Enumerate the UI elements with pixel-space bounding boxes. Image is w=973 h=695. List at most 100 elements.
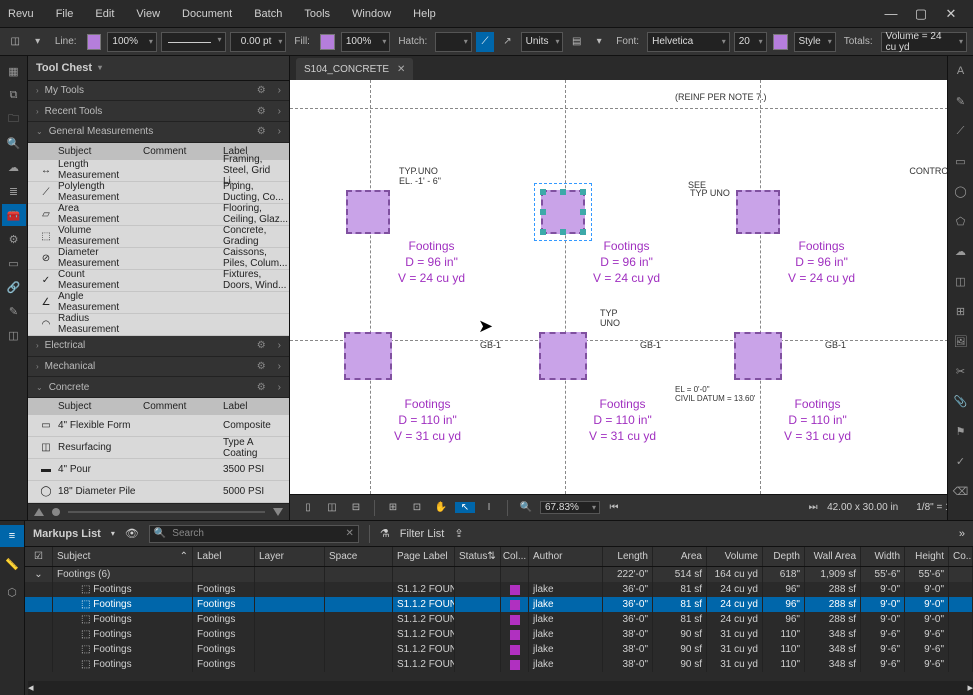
gear-icon[interactable]: ⚙	[257, 126, 266, 137]
table-row[interactable]: ⬚ FootingsFootingsS1.1.2 FOUN...jlake36'…	[25, 597, 973, 612]
split-v-icon[interactable]: ◫	[322, 502, 342, 513]
tab-close-icon[interactable]: ✕	[397, 64, 405, 75]
footing-box-selected[interactable]	[541, 190, 585, 234]
col-check[interactable]: ☑	[25, 547, 53, 566]
rrail-icon[interactable]: A	[949, 60, 973, 82]
gear-icon[interactable]: ⚙	[257, 382, 266, 393]
icon-size-slider[interactable]	[28, 503, 289, 520]
hatch-select[interactable]	[435, 32, 472, 52]
table-row[interactable]: ⬚ FootingsFootingsS1.1.2 FOUN...jlake38'…	[25, 642, 973, 657]
tool-row[interactable]: ▬4" Pour3500 PSI	[28, 459, 289, 481]
footing-box[interactable]	[736, 190, 780, 234]
clear-search-icon[interactable]: ✕	[345, 528, 353, 539]
menu-edit[interactable]: Edit	[95, 8, 114, 20]
last-page-icon[interactable]: ⏭	[803, 502, 823, 513]
forms-icon[interactable]: ▭	[2, 252, 26, 274]
section-recent-tools[interactable]: ›Recent Tools⚙›	[28, 101, 289, 122]
table-row[interactable]: ⬚ FootingsFootingsS1.1.2 FOUN...jlake38'…	[25, 627, 973, 642]
rrail-icon[interactable]: ✓	[949, 450, 973, 472]
col-author[interactable]: Author	[529, 547, 603, 566]
tool-row[interactable]: ▭4" Flexible FormComposite	[28, 415, 289, 437]
menu-file[interactable]: File	[56, 8, 74, 20]
tool-row[interactable]: ◠Radius Measurement	[28, 314, 289, 336]
measurements-icon[interactable]: 📏	[0, 553, 24, 575]
rrail-icon[interactable]: ⬠	[949, 210, 973, 232]
col-space[interactable]: Space	[325, 547, 393, 566]
tool-row[interactable]: ⟋Polylength MeasurementPiping, Ducting, …	[28, 182, 289, 204]
properties-icon[interactable]: ◫	[6, 32, 24, 52]
totals-value[interactable]: Volume = 24 cu yd	[881, 32, 967, 52]
gear-icon[interactable]: ⚙	[257, 85, 266, 96]
single-page-icon[interactable]: ▯	[298, 502, 318, 513]
markups-list-icon[interactable]: ≡	[0, 525, 24, 547]
minimize-button[interactable]: —	[877, 4, 905, 24]
search-input[interactable]: 🔍 Search✕	[149, 525, 359, 543]
links-icon[interactable]: 🔗	[2, 276, 26, 298]
first-page-icon[interactable]: ⏮	[604, 502, 624, 513]
menu-window[interactable]: Window	[352, 8, 391, 20]
gear-icon[interactable]: ⚙	[257, 340, 266, 351]
font-select[interactable]: Helvetica	[647, 32, 730, 52]
more-icon[interactable]: »	[959, 528, 965, 540]
rrail-icon[interactable]: 🖼	[949, 330, 973, 352]
rrail-icon[interactable]: ✎	[949, 90, 973, 112]
rrail-icon[interactable]: ▭	[949, 150, 973, 172]
col-height[interactable]: Height	[905, 547, 949, 566]
menu-revu[interactable]: Revu	[8, 8, 34, 20]
align-icon[interactable]: ▤	[567, 32, 585, 52]
tool-row[interactable]: ⬚Volume MeasurementConcrete, Grading	[28, 226, 289, 248]
footing-box[interactable]	[346, 190, 390, 234]
split-h-icon[interactable]: ⊟	[346, 502, 366, 513]
footing-box[interactable]	[734, 332, 782, 380]
bookmarks-icon[interactable]: ⧉	[2, 84, 26, 106]
zoom-icon[interactable]: 🔍	[516, 502, 536, 513]
font-size[interactable]: 20	[734, 32, 767, 52]
rrail-icon[interactable]: ⌫	[949, 480, 973, 502]
group-row[interactable]: ⌄Footings (6)222'-0"514 sf164 cu yd618"1…	[25, 567, 973, 582]
rrail-icon[interactable]: ◯	[949, 180, 973, 202]
line-style[interactable]	[161, 32, 226, 52]
panel-title[interactable]: Tool Chest	[28, 56, 289, 81]
section-mechanical[interactable]: ›Mechanical⚙›	[28, 357, 289, 378]
rrail-icon[interactable]: ⚑	[949, 420, 973, 442]
footing-box[interactable]	[344, 332, 392, 380]
rrail-icon[interactable]: ⊞	[949, 300, 973, 322]
line-color-swatch[interactable]	[87, 34, 102, 50]
canvas[interactable]: (REINF PER NOTE 7.) TYP.UNO EL. -1' - 6"…	[290, 80, 973, 494]
search-icon[interactable]: 🔍	[2, 132, 26, 154]
pan-icon[interactable]: ✋	[431, 502, 451, 513]
gear-icon[interactable]: ⚙	[257, 361, 266, 372]
properties-rail-icon[interactable]: ⚙	[2, 228, 26, 250]
tool-row[interactable]: ⊘Diameter MeasurementCaissons, Piles, Co…	[28, 248, 289, 270]
col-width[interactable]: Width	[861, 547, 905, 566]
fit-width-icon[interactable]: ⊡	[407, 502, 427, 513]
rrail-icon[interactable]: ☁	[949, 240, 973, 262]
col-length[interactable]: Length	[603, 547, 653, 566]
col-co[interactable]: Co...	[949, 547, 973, 566]
dropdown-icon[interactable]: ▾	[28, 32, 46, 52]
menu-help[interactable]: Help	[413, 8, 436, 20]
col-label[interactable]: Label	[193, 547, 255, 566]
tool-row[interactable]: ◫ResurfacingType A Coating	[28, 437, 289, 459]
tool-row[interactable]: ◯18" Diameter Pile5000 PSI	[28, 481, 289, 503]
tool-row[interactable]: ▱Area MeasurementFlooring, Ceiling, Glaz…	[28, 204, 289, 226]
col-subject[interactable]: Subject ⌃	[53, 547, 193, 566]
col-depth[interactable]: Depth	[763, 547, 805, 566]
col-area[interactable]: Area	[653, 547, 707, 566]
rrail-icon[interactable]: ◫	[949, 270, 973, 292]
visibility-icon[interactable]: 👁	[125, 527, 139, 540]
rrail-icon[interactable]: 📎	[949, 390, 973, 412]
layers-icon[interactable]: ≣	[2, 180, 26, 202]
thumbnails-icon[interactable]: ▦	[2, 60, 26, 82]
export-icon[interactable]: ⇪	[454, 527, 463, 540]
measure-tool-icon[interactable]: ⟋	[476, 32, 494, 52]
align-drop-icon[interactable]: ▾	[590, 32, 608, 52]
table-row[interactable]: ⬚ FootingsFootingsS1.1.2 FOUN...jlake36'…	[25, 612, 973, 627]
menu-batch[interactable]: Batch	[254, 8, 282, 20]
signatures-icon[interactable]: ✎	[2, 300, 26, 322]
sets-icon[interactable]: ◫	[2, 324, 26, 346]
col-volume[interactable]: Volume	[707, 547, 763, 566]
table-row[interactable]: ⬚ FootingsFootingsS1.1.2 FOUN...jlake38'…	[25, 657, 973, 672]
col-page[interactable]: Page Label	[393, 547, 455, 566]
units-select[interactable]: Units	[521, 32, 564, 52]
